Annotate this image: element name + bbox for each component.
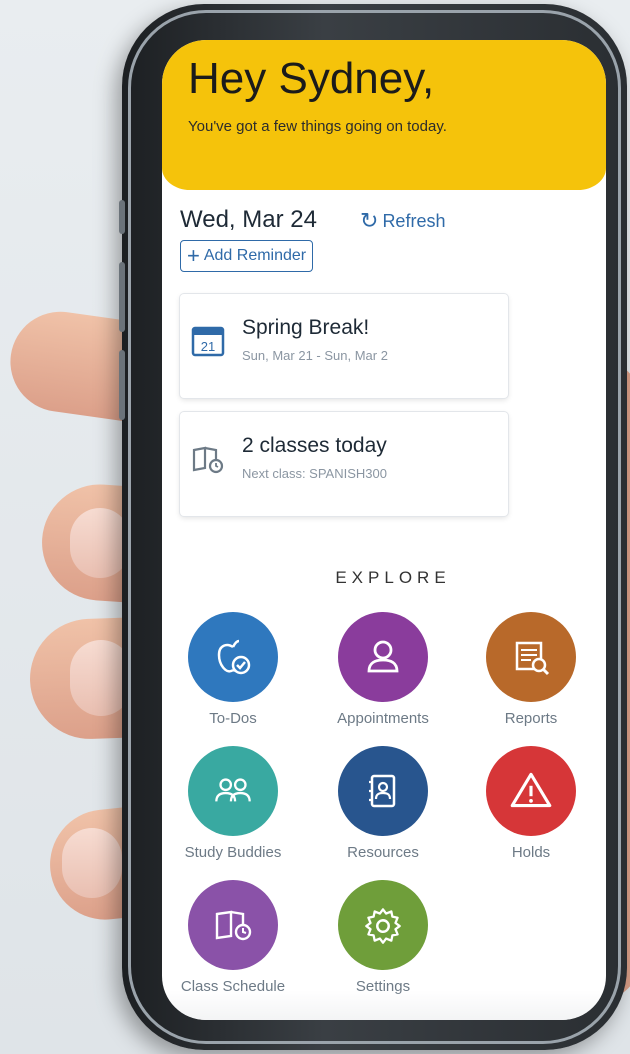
tile-label: To-Dos <box>209 710 257 727</box>
tile-to-dos[interactable]: To-Dos <box>178 612 288 727</box>
tile-resources[interactable]: Resources <box>328 746 438 861</box>
volume-button <box>119 262 125 332</box>
group-icon <box>188 746 278 836</box>
tile-label: Reports <box>504 710 558 727</box>
class-schedule-icon <box>192 446 224 474</box>
app-screen: Hey Sydney, You've got a few things goin… <box>162 40 606 1020</box>
apple-check-icon <box>188 612 278 702</box>
tile-label: Appointments <box>337 710 429 727</box>
plus-icon: + <box>187 243 200 268</box>
refresh-button[interactable]: ↻ Refresh <box>360 210 445 232</box>
tile-label: Resources <box>347 844 419 861</box>
spring-break-card[interactable]: 21 Spring Break! Sun, Mar 21 - Sun, Mar … <box>180 294 508 398</box>
agenda-date: Wed, Mar 24 <box>180 206 317 233</box>
greeting-header: Hey Sydney, You've got a few things goin… <box>162 40 606 190</box>
card-title: 2 classes today <box>242 434 387 457</box>
add-reminder-button[interactable]: + Add Reminder <box>180 240 314 272</box>
tile-appointments[interactable]: Appointments <box>328 612 438 727</box>
warning-icon <box>486 746 576 836</box>
screen-bottom <box>162 990 606 1020</box>
greeting-title: Hey Sydney, <box>188 54 435 103</box>
refresh-icon: ↻ <box>360 208 379 233</box>
tile-label: Study Buddies <box>184 844 282 861</box>
classes-today-card[interactable]: 2 classes today Next class: SPANISH300 <box>180 412 508 516</box>
refresh-label: Refresh <box>382 210 446 231</box>
tile-holds[interactable]: Holds <box>476 746 586 861</box>
report-search-icon <box>486 612 576 702</box>
card-subtitle: Next class: SPANISH300 <box>242 466 387 481</box>
greeting-subtitle: You've got a few things going on today. <box>188 118 447 135</box>
calendar-day: 21 <box>201 339 215 354</box>
tile-class-schedule[interactable]: Class Schedule <box>178 880 288 995</box>
tile-study-buddies[interactable]: Study Buddies <box>178 746 288 861</box>
tile-reports[interactable]: Reports <box>476 612 586 727</box>
address-book-icon <box>338 746 428 836</box>
book-clock-icon <box>188 880 278 970</box>
person-icon <box>338 612 428 702</box>
add-reminder-label: Add Reminder <box>203 247 307 264</box>
fingernail <box>70 508 130 578</box>
volume-button <box>119 200 125 234</box>
tile-label: Holds <box>511 844 551 861</box>
card-subtitle: Sun, Mar 21 - Sun, Mar 2 <box>242 348 388 363</box>
volume-button <box>119 350 125 420</box>
calendar-icon: 21 <box>191 326 225 357</box>
card-title: Spring Break! <box>242 316 370 339</box>
gear-icon <box>338 880 428 970</box>
explore-heading: EXPLORE <box>335 568 451 587</box>
fingernail <box>62 828 122 898</box>
tile-settings[interactable]: Settings <box>328 880 438 995</box>
